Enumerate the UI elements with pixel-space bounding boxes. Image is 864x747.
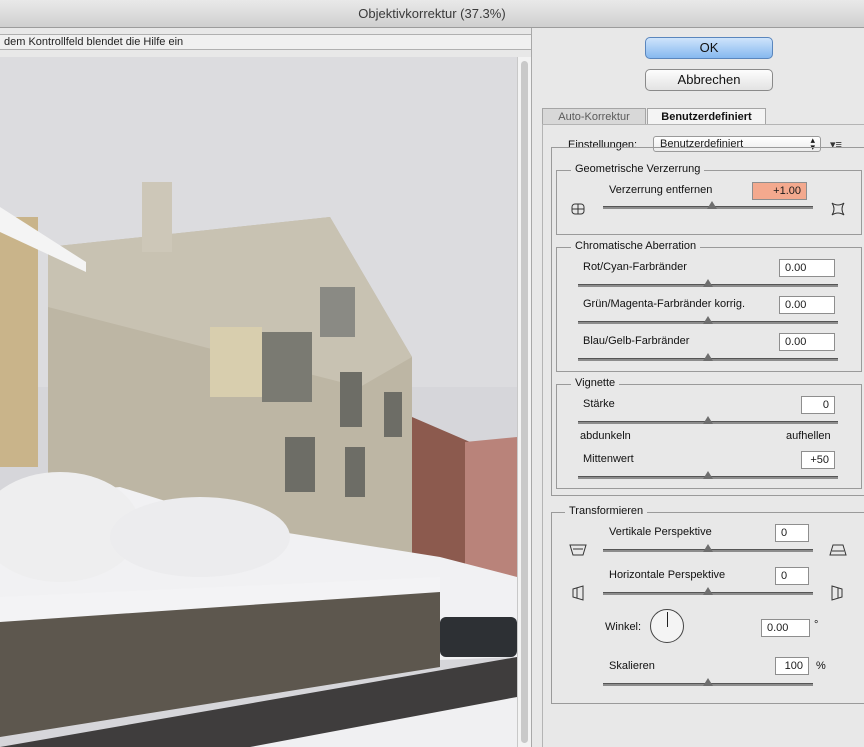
blue-yellow-slider[interactable] bbox=[578, 353, 838, 363]
darken-label: abdunkeln bbox=[580, 430, 631, 442]
horizontal-perspective-input[interactable]: 0 bbox=[775, 567, 809, 585]
preview-image[interactable] bbox=[0, 57, 517, 747]
scale-input[interactable]: 100 bbox=[775, 657, 809, 675]
ok-button[interactable]: OK bbox=[645, 37, 773, 59]
lighten-label: aufhellen bbox=[786, 430, 831, 442]
photo-building-snow bbox=[0, 57, 517, 747]
slider-knob[interactable] bbox=[703, 587, 713, 595]
chromatic-legend: Chromatische Aberration bbox=[571, 240, 701, 252]
vertical-perspective-down-icon bbox=[569, 543, 587, 560]
vertical-perspective-label: Vertikale Perspektive bbox=[609, 526, 712, 538]
red-cyan-input[interactable]: 0.00 bbox=[779, 259, 835, 277]
angle-dial-needle bbox=[667, 612, 668, 627]
tab-auto-correction[interactable]: Auto-Korrektur bbox=[542, 108, 646, 125]
group-transform bbox=[551, 512, 864, 704]
transform-legend: Transformieren bbox=[565, 505, 648, 517]
scale-unit: % bbox=[816, 660, 826, 672]
slider-knob[interactable] bbox=[703, 544, 713, 552]
slider-knob[interactable] bbox=[707, 201, 718, 209]
angle-unit: ° bbox=[814, 619, 819, 631]
window-title: Objektivkorrektur (37.3%) bbox=[358, 6, 506, 21]
strength-label: Stärke bbox=[583, 398, 615, 410]
angle-label: Winkel: bbox=[605, 621, 642, 633]
panel-divider bbox=[531, 28, 532, 747]
vertical-perspective-up-icon bbox=[829, 543, 847, 560]
green-magenta-input[interactable]: 0.00 bbox=[779, 296, 835, 314]
cancel-button[interactable]: Abbrechen bbox=[645, 69, 773, 91]
hint-bar: dem Kontrollfeld blendet die Hilfe ein bbox=[0, 34, 532, 50]
slider-knob[interactable] bbox=[703, 279, 713, 287]
tab-custom[interactable]: Benutzerdefiniert bbox=[647, 108, 766, 125]
horizontal-perspective-slider[interactable] bbox=[603, 587, 813, 597]
strength-input[interactable]: 0 bbox=[801, 396, 835, 414]
horizontal-perspective-label: Horizontale Perspektive bbox=[609, 569, 726, 581]
horizontal-perspective-right-icon bbox=[830, 585, 844, 604]
scale-slider[interactable] bbox=[603, 678, 813, 688]
red-cyan-slider[interactable] bbox=[578, 279, 838, 289]
distortion-slider[interactable] bbox=[603, 201, 813, 211]
pincushion-distortion-icon bbox=[831, 202, 845, 219]
geometric-legend: Geometrische Verzerrung bbox=[571, 163, 705, 175]
barrel-distortion-icon bbox=[571, 202, 585, 219]
distortion-input[interactable]: +1.00 bbox=[752, 182, 807, 200]
slider-knob[interactable] bbox=[703, 678, 713, 686]
angle-input[interactable]: 0.00 bbox=[761, 619, 810, 637]
red-cyan-label: Rot/Cyan-Farbränder bbox=[583, 261, 687, 273]
midpoint-slider[interactable] bbox=[578, 471, 838, 481]
vertical-perspective-slider[interactable] bbox=[603, 544, 813, 554]
vignette-legend: Vignette bbox=[571, 377, 620, 389]
strength-slider[interactable] bbox=[578, 416, 838, 426]
horizontal-perspective-left-icon bbox=[571, 585, 585, 604]
angle-dial[interactable] bbox=[650, 609, 684, 643]
green-magenta-slider[interactable] bbox=[578, 316, 838, 326]
midpoint-input[interactable]: +50 bbox=[801, 451, 835, 469]
slider-knob[interactable] bbox=[703, 316, 713, 324]
preview-scrollbar[interactable] bbox=[517, 57, 531, 747]
slider-knob[interactable] bbox=[703, 471, 713, 479]
green-magenta-label: Grün/Magenta-Farbränder korrig. bbox=[583, 298, 746, 310]
blue-yellow-input[interactable]: 0.00 bbox=[779, 333, 835, 351]
blue-yellow-label: Blau/Gelb-Farbränder bbox=[583, 335, 690, 347]
midpoint-label: Mittenwert bbox=[583, 453, 634, 465]
slider-knob[interactable] bbox=[703, 353, 713, 361]
scrollbar-thumb[interactable] bbox=[521, 61, 528, 743]
window-titlebar: Objektivkorrektur (37.3%) bbox=[0, 0, 864, 28]
scale-label: Skalieren bbox=[609, 660, 655, 672]
distortion-label: Verzerrung entfernen bbox=[609, 184, 713, 196]
vertical-perspective-input[interactable]: 0 bbox=[775, 524, 809, 542]
slider-knob[interactable] bbox=[703, 416, 713, 424]
